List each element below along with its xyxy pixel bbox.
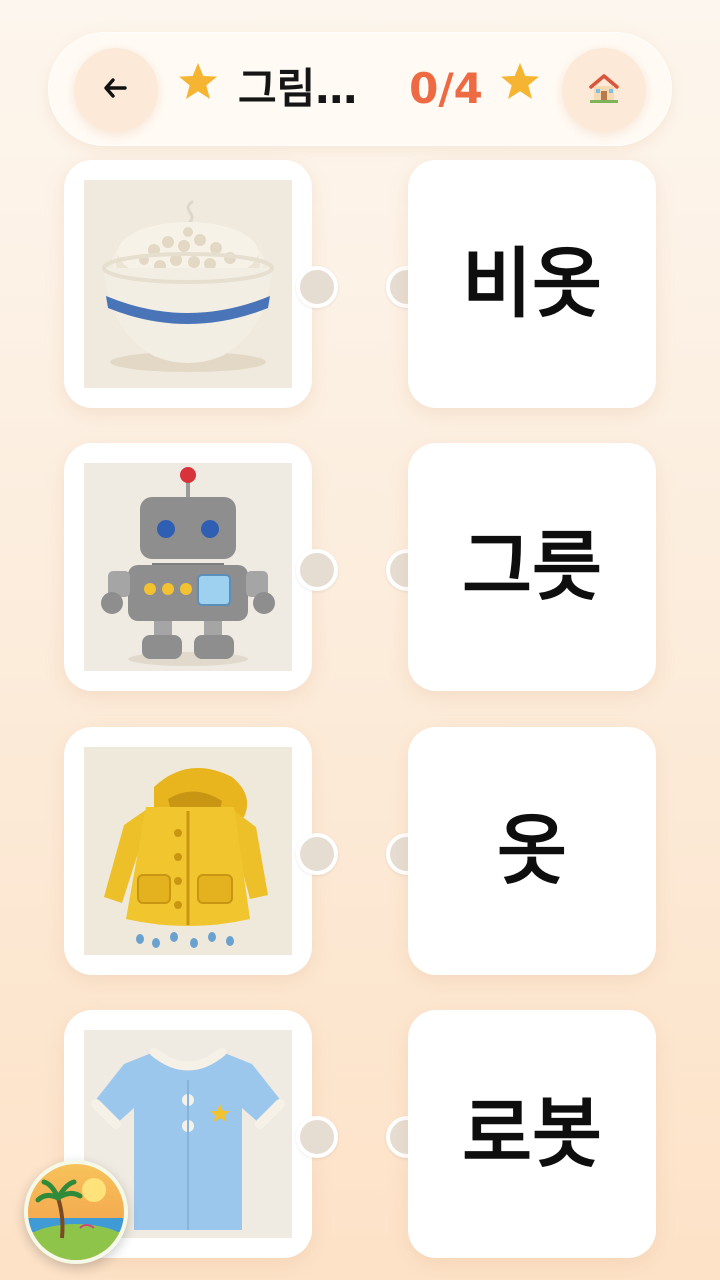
word-label: 옷 [497, 806, 567, 895]
word-card[interactable]: 옷 [408, 727, 656, 975]
connector-dot[interactable] [296, 266, 338, 308]
word-label: 비옷 [462, 239, 602, 328]
connector-dot[interactable] [296, 549, 338, 591]
word-card[interactable]: 로봇 [408, 1010, 656, 1258]
word-card[interactable]: 그릇 [408, 443, 656, 691]
star-icon [176, 60, 220, 104]
back-button[interactable] [74, 48, 158, 132]
connector-dot[interactable] [296, 833, 338, 875]
image-card-rice-bowl[interactable] [64, 160, 312, 408]
page-title: 그림… [238, 64, 358, 113]
word-card[interactable]: 비옷 [408, 160, 656, 408]
image-card-robot[interactable] [64, 443, 312, 691]
score-counter: 0/4 [409, 64, 483, 113]
app-logo-button[interactable] [24, 1160, 128, 1264]
header-bar: 그림… 0/4 [48, 32, 672, 146]
raincoat-icon [84, 747, 292, 955]
word-label: 그릇 [462, 522, 602, 611]
robot-icon [84, 463, 292, 671]
house-icon [587, 72, 621, 108]
word-label: 로봇 [462, 1089, 602, 1178]
star-icon [498, 60, 542, 104]
rice-bowl-icon [84, 180, 292, 388]
image-card-raincoat[interactable] [64, 727, 312, 975]
home-button[interactable] [562, 48, 646, 132]
arrow-left-icon [103, 77, 129, 103]
connector-dot[interactable] [296, 1116, 338, 1158]
